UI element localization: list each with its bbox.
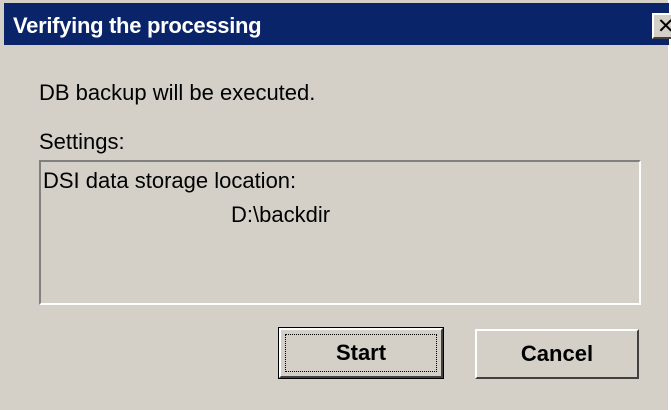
title-bar[interactable]: Verifying the processing ✕ [4,3,671,45]
focus-rect [285,334,437,372]
confirmation-message: DB backup will be executed. [39,80,316,105]
cancel-button-label: Cancel [520,341,594,366]
window-title: Verifying the processing [13,13,262,38]
settings-label: Settings: [39,129,125,154]
close-icon: ✕ [657,15,671,37]
storage-location-label: DSI data storage location: [43,168,297,193]
start-button[interactable]: Start [278,327,444,379]
dialog-window: Verifying the processing ✕ DB backup wil… [0,0,671,410]
settings-box: DSI data storage location: D:\backdir [39,160,641,305]
close-button[interactable]: ✕ [652,13,671,39]
storage-location-value: D:\backdir [231,202,331,227]
cancel-button[interactable]: Cancel [475,329,639,379]
